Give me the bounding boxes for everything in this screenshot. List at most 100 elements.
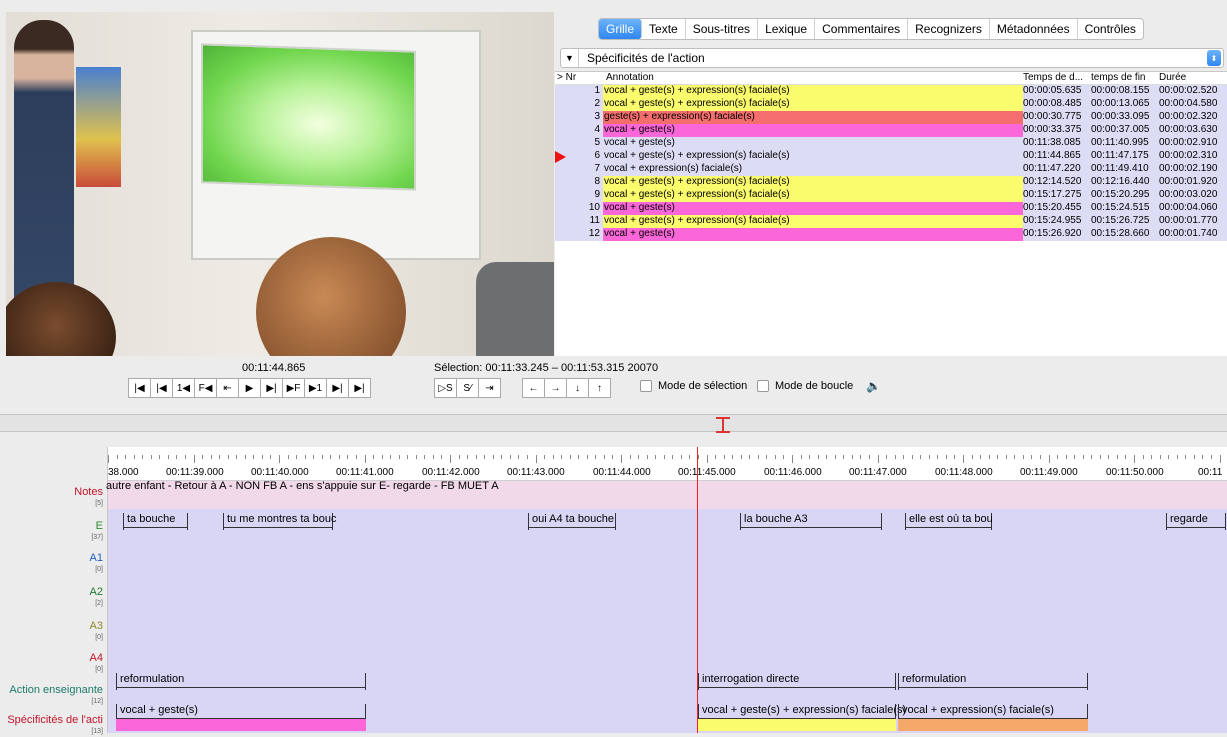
ruler-tick: 00:11:48.000 — [935, 467, 993, 478]
e-segment[interactable]: ta bouche — [123, 513, 188, 530]
tier-name-label: A4 — [89, 652, 103, 664]
grid-row[interactable]: 9 vocal + geste(s) + expression(s) facial… — [555, 189, 1227, 202]
transport-button-5[interactable]: ▶ — [238, 378, 261, 398]
tier-dropdown-stepper-icon[interactable]: ⬍ — [1207, 50, 1221, 66]
transport-button-1[interactable]: |◀ — [150, 378, 173, 398]
timeline-overview[interactable] — [0, 414, 1227, 433]
grid-row[interactable]: 11 vocal + geste(s) + expression(s) facia… — [555, 215, 1227, 228]
tier-name[interactable]: A1 [0] — [90, 553, 103, 575]
tier-name[interactable]: A3 [0] — [90, 621, 103, 643]
tier-name[interactable]: A2 [2] — [90, 587, 103, 609]
transport-button-7[interactable]: ▶F — [282, 378, 305, 398]
e-segment[interactable]: tu me montres ta bouc — [223, 513, 336, 530]
ruler-minor-tick — [937, 455, 939, 459]
overview-playhead — [722, 418, 724, 432]
loop-mode-checkbox[interactable] — [757, 380, 769, 392]
video-viewer[interactable] — [6, 12, 554, 356]
transport-button-10[interactable]: ▶| — [348, 378, 371, 398]
tab-sous-titres[interactable]: Sous-titres — [686, 19, 759, 39]
row-start-time: 00:15:17.275 — [1023, 189, 1091, 202]
grid-row[interactable]: 12 vocal + geste(s) 00:15:26.920 00:15:28.6… — [555, 228, 1227, 241]
transport-button-3[interactable]: F◀ — [194, 378, 217, 398]
ruler-minor-tick — [732, 455, 734, 459]
row-duration: 00:00:03.020 — [1159, 189, 1227, 202]
ruler-minor-tick — [655, 455, 657, 459]
action-segment[interactable]: reformulation — [898, 673, 1088, 690]
transport-button-8[interactable]: ▶1 — [304, 378, 327, 398]
ruler-minor-tick — [868, 455, 870, 459]
grid-row[interactable]: 2 vocal + geste(s) + expression(s) facial… — [555, 98, 1227, 111]
grid-header-end[interactable]: temps de fin — [1091, 72, 1159, 84]
action-segment[interactable]: reformulation — [116, 673, 366, 690]
e-segment[interactable]: la bouche A3 — [740, 513, 882, 530]
selection-mode-checkbox[interactable] — [640, 380, 652, 392]
row-number: 1 — [565, 85, 603, 98]
transport-button-9[interactable]: ▶| — [326, 378, 349, 398]
tier-selector[interactable]: ▼ Spécificités de l'action ⬍ — [560, 48, 1224, 68]
tab-recognizers[interactable]: Recognizers — [908, 19, 990, 39]
ruler-tick: 00:11:43.000 — [507, 467, 565, 478]
tab-metadonnees[interactable]: Métadonnées — [990, 19, 1078, 39]
transport-button-6[interactable]: ▶| — [260, 378, 283, 398]
tier-name[interactable]: Spécificités de l'acti [13] — [7, 715, 103, 737]
row-duration: 00:00:04.580 — [1159, 98, 1227, 111]
grid-header-annotation[interactable]: Annotation — [603, 72, 1023, 84]
grid-row[interactable]: 3 geste(s) + expression(s) faciale(s) 00:0… — [555, 111, 1227, 124]
nav-button-2[interactable]: ↓ — [566, 378, 589, 398]
action-segment[interactable]: interrogation directe — [698, 673, 896, 690]
grid-header-duration[interactable]: Durée — [1159, 72, 1227, 84]
tab-texte[interactable]: Texte — [642, 19, 686, 39]
volume-icon[interactable]: 🔈 — [866, 379, 881, 393]
grid-row[interactable]: 1 vocal + geste(s) + expression(s) facial… — [555, 85, 1227, 98]
tier-tracks[interactable]: autre enfant - Retour à A - NON FB A - e… — [106, 480, 1227, 733]
transport-button-2[interactable]: 1◀ — [172, 378, 195, 398]
tab-commentaires[interactable]: Commentaires — [815, 19, 909, 39]
nav-button-3[interactable]: ↑ — [588, 378, 611, 398]
row-marker — [555, 98, 565, 111]
transport-button-0[interactable]: |◀ — [128, 378, 151, 398]
ruler-minor-tick — [432, 455, 434, 459]
grid-header-start[interactable]: Temps de d... — [1023, 72, 1091, 84]
ruler-minor-tick — [723, 455, 725, 459]
e-segment[interactable]: oui A4 ta bouche — [528, 513, 616, 530]
notes-annotation[interactable]: autre enfant - Retour à A - NON FB A - e… — [106, 480, 499, 492]
tab-lexique[interactable]: Lexique — [758, 19, 816, 39]
row-start-time: 00:00:08.485 — [1023, 98, 1091, 111]
row-marker — [555, 189, 565, 202]
selection-button-0[interactable]: ▷S — [434, 378, 457, 398]
e-segment[interactable]: elle est où ta bou — [905, 513, 993, 530]
e-segment[interactable]: regarde — [1166, 513, 1226, 530]
ruler-minor-tick — [971, 455, 973, 459]
grid-row[interactable]: 5 vocal + geste(s) 00:11:38.085 00:11:40.99… — [555, 137, 1227, 150]
ruler-minor-tick — [1168, 455, 1170, 459]
selection-mode-toggle[interactable]: Mode de sélection — [640, 380, 747, 392]
tier-name[interactable]: Action enseignante [12] — [9, 685, 103, 707]
selection-button-2[interactable]: ⇥ — [478, 378, 501, 398]
ruler-tick: 00:11:46.000 — [764, 467, 822, 478]
time-ruler[interactable]: 38.000 00:11:39.000 00:11:40.000 00:11:41.0… — [108, 447, 1227, 481]
nav-button-1[interactable]: → — [544, 378, 567, 398]
transport-button-4[interactable]: ⇤ — [216, 378, 239, 398]
tab-grille[interactable]: Grille — [599, 19, 643, 39]
row-end-time: 00:11:47.175 — [1091, 150, 1159, 163]
grid-row[interactable]: 6 vocal + geste(s) + expression(s) facial… — [555, 150, 1227, 163]
grid-row[interactable]: 8 vocal + geste(s) + expression(s) facial… — [555, 176, 1227, 189]
grid-row[interactable]: 10 vocal + geste(s) 00:15:20.455 00:15:24.5… — [555, 202, 1227, 215]
grid-header-nr[interactable]: > Nr — [555, 72, 603, 84]
tier-menu-triangle-icon[interactable]: ▼ — [561, 49, 579, 67]
selection-button-1[interactable]: S⁄ — [456, 378, 479, 398]
ruler-minor-tick — [569, 455, 571, 459]
grid-row[interactable]: 4 vocal + geste(s) 00:00:33.375 00:00:37.00… — [555, 124, 1227, 137]
row-annotation: vocal + geste(s) + expression(s) faciale… — [603, 98, 1023, 111]
nav-button-0[interactable]: ← — [522, 378, 545, 398]
tier-name[interactable]: Notes [5] — [74, 487, 103, 509]
tab-controles[interactable]: Contrôles — [1078, 19, 1143, 39]
tier-name[interactable]: E [37] — [91, 521, 103, 543]
grid-row[interactable]: 7 vocal + expression(s) faciale(s) 00:11:4… — [555, 163, 1227, 176]
ruler-minor-tick — [894, 455, 896, 459]
ruler-minor-tick — [945, 455, 947, 459]
tier-count: [2] — [95, 600, 103, 607]
loop-mode-toggle[interactable]: Mode de boucle — [757, 380, 853, 392]
ruler-minor-tick — [1005, 455, 1007, 459]
tier-name[interactable]: A4 [0] — [90, 653, 103, 675]
